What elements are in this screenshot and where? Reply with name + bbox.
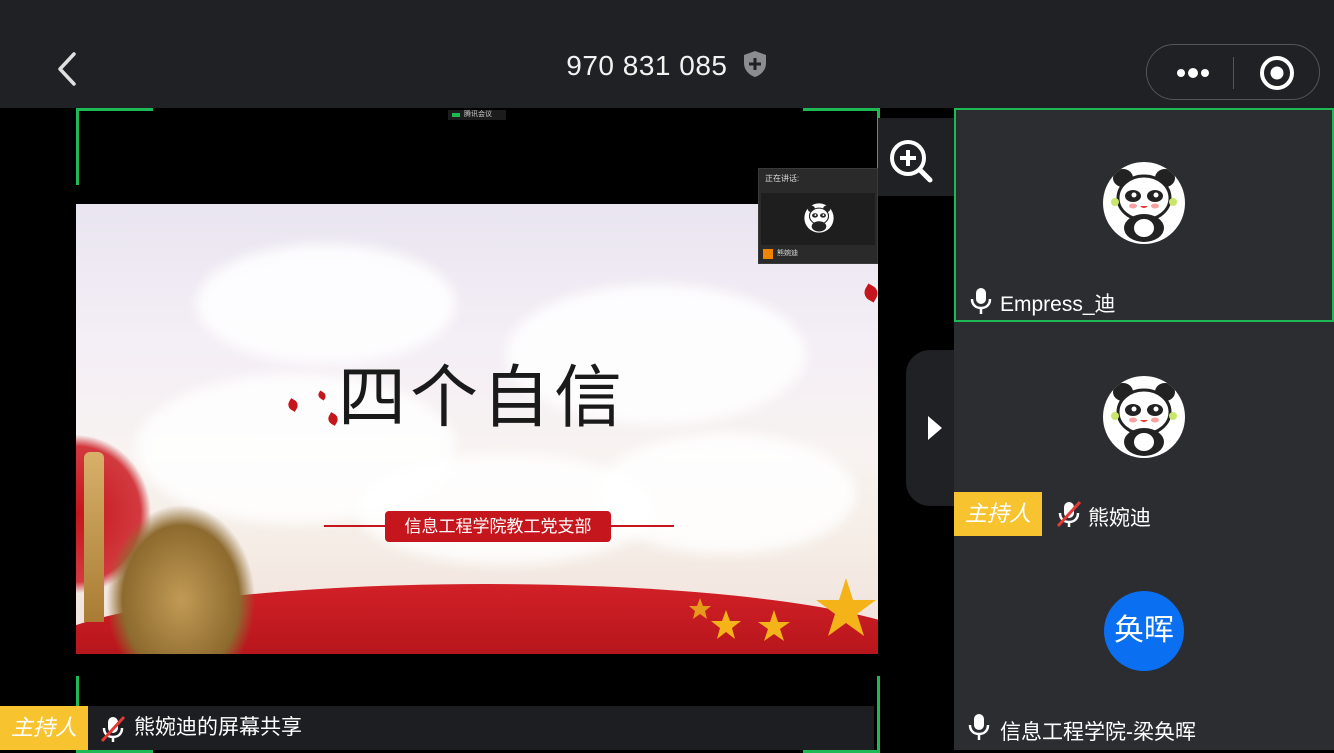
zoom-button[interactable] — [878, 118, 954, 196]
capsule-menu — [1146, 44, 1320, 100]
meeting-id-text: 970 831 085 — [566, 50, 728, 81]
more-button[interactable] — [1169, 58, 1217, 88]
meeting-id[interactable]: 970 831 085 — [0, 50, 1334, 85]
active-speaker-thumbnail: 正在讲话: 熊婉迪 — [758, 168, 878, 264]
screen-share-label-bar: 主持人 熊婉迪的屏幕共享 — [0, 706, 874, 750]
mic-muted-icon — [1056, 500, 1082, 528]
record-button[interactable] — [1259, 55, 1295, 91]
speaker-label: 正在讲话: — [765, 174, 800, 183]
slide-monument — [84, 452, 104, 622]
screen-share-label: 熊婉迪的屏幕共享 — [134, 716, 302, 739]
zoom-in-icon — [890, 140, 933, 183]
slide-cloud — [356, 454, 656, 564]
record-icon — [1260, 56, 1294, 90]
participant-name: 信息工程学院-梁奂晖 — [1000, 721, 1196, 744]
avatar — [1103, 376, 1185, 458]
shield-plus-icon — [742, 50, 768, 85]
frame-corner — [76, 108, 153, 185]
shared-screen-area[interactable]: 腾讯会议 四个自信 信息工程学院教工党支部 正在讲话: 熊婉迪 主持人 熊婉迪的… — [0, 108, 954, 753]
avatar-initials: 奂晖 — [1104, 591, 1184, 671]
participant-tile[interactable]: 主持人 熊婉迪 — [954, 322, 1334, 536]
slide-rule-right — [610, 525, 674, 527]
mic-muted-icon — [100, 715, 126, 743]
more-dots-icon — [1177, 68, 1209, 78]
participant-panel: Empress_迪 主持人 熊婉迪 奂晖 信息工程学院-梁奂晖 — [954, 108, 1334, 750]
slide-subtitle: 信息工程学院教工党支部 — [385, 511, 611, 542]
slide-rule-left — [324, 525, 386, 527]
host-badge: 主持人 — [0, 706, 88, 750]
panda-avatar-icon — [1104, 377, 1184, 457]
slide-title: 四个自信 — [338, 360, 627, 436]
host-badge: 主持人 — [954, 492, 1042, 536]
slide-stars — [689, 578, 876, 641]
speaker-video — [761, 193, 875, 245]
participant-tile[interactable]: Empress_迪 — [954, 108, 1334, 322]
capsule-divider — [1233, 57, 1234, 89]
panda-avatar-icon — [804, 203, 834, 233]
top-bar: 970 831 085 — [0, 0, 1334, 108]
avatar — [1103, 162, 1185, 244]
speaker-name: 熊婉迪 — [761, 247, 875, 261]
microphone-icon — [970, 288, 992, 314]
panda-avatar-icon — [1104, 163, 1184, 243]
presentation-slide: 四个自信 信息工程学院教工党支部 — [76, 204, 878, 654]
participant-tile[interactable]: 奂晖 信息工程学院-梁奂晖 — [954, 536, 1334, 750]
shared-app-status: 腾讯会议 — [448, 110, 506, 120]
play-right-icon — [928, 416, 942, 440]
participant-name: 熊婉迪 — [1088, 507, 1151, 530]
microphone-icon — [968, 714, 990, 740]
expand-panel-button[interactable] — [906, 350, 954, 506]
participant-name: Empress_迪 — [1000, 293, 1116, 316]
slide-bird — [861, 283, 878, 303]
slide-statue — [106, 504, 256, 654]
